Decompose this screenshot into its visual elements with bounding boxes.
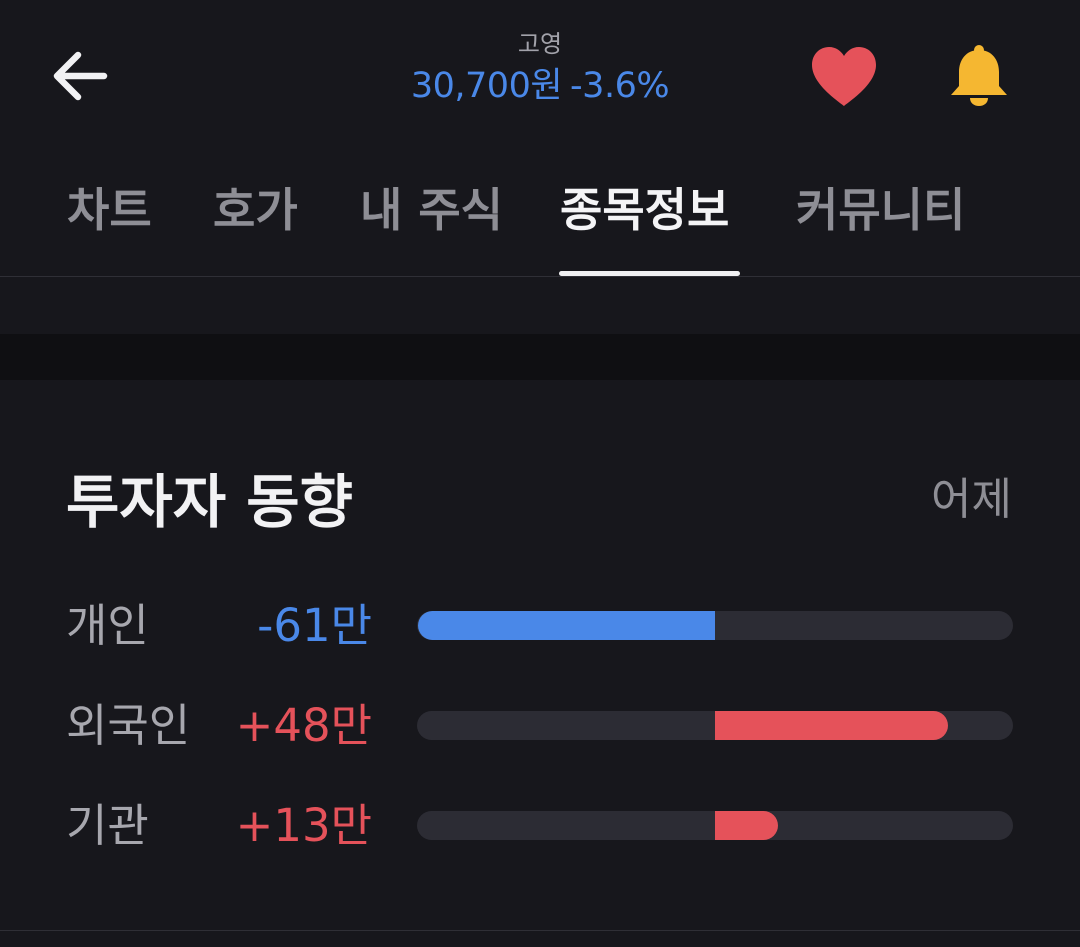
investor-label: 개인: [66, 599, 149, 652]
investor-bar-track: [417, 611, 1013, 640]
tab-community[interactable]: 커뮤니티: [796, 180, 965, 240]
investor-trend-title: 투자자 동향: [66, 468, 353, 536]
section-divider: [0, 334, 1080, 380]
bottom-divider: [0, 930, 1080, 931]
back-button[interactable]: [44, 44, 116, 108]
tab-orderbook[interactable]: 호가: [213, 180, 298, 240]
investor-bar-fill: [715, 711, 949, 740]
investor-bar-fill: [715, 811, 779, 840]
price-line: 30,700원 -3.6%: [340, 62, 740, 110]
investor-row-foreign: 외국인 +48만: [0, 696, 1080, 756]
active-tab-indicator: [559, 271, 740, 276]
investor-label: 기관: [66, 799, 149, 852]
tab-my-stock[interactable]: 내 주식: [360, 180, 503, 240]
investor-value: +48만: [235, 699, 372, 752]
investor-label: 외국인: [66, 699, 191, 752]
stock-title: 고영 30,700원 -3.6%: [340, 26, 740, 110]
notification-button[interactable]: [944, 42, 1014, 112]
investor-bar-track: [417, 811, 1013, 840]
change-percent: -3.6%: [570, 66, 670, 106]
investor-value: -61만: [257, 599, 372, 652]
investor-bar-track: [417, 711, 1013, 740]
tab-stock-info[interactable]: 종목정보: [560, 180, 729, 240]
tab-bar: 차트 호가 내 주식 종목정보 커뮤니티: [0, 150, 1080, 277]
investor-value: +13만: [235, 799, 372, 852]
investor-row-institution: 기관 +13만: [0, 796, 1080, 856]
period-selector[interactable]: 어제: [931, 470, 1012, 530]
investor-bar-fill: [418, 611, 715, 640]
tab-chart[interactable]: 차트: [67, 180, 152, 240]
stock-name: 고영: [517, 30, 563, 58]
favorite-button[interactable]: [808, 44, 880, 110]
current-price: 30,700원: [410, 66, 563, 106]
back-arrow-icon: [53, 51, 108, 101]
top-header: 고영 30,700원 -3.6%: [0, 0, 1080, 150]
bell-icon: [951, 45, 1007, 106]
investor-row-individual: 개인 -61만: [0, 596, 1080, 656]
heart-icon: [812, 47, 876, 106]
